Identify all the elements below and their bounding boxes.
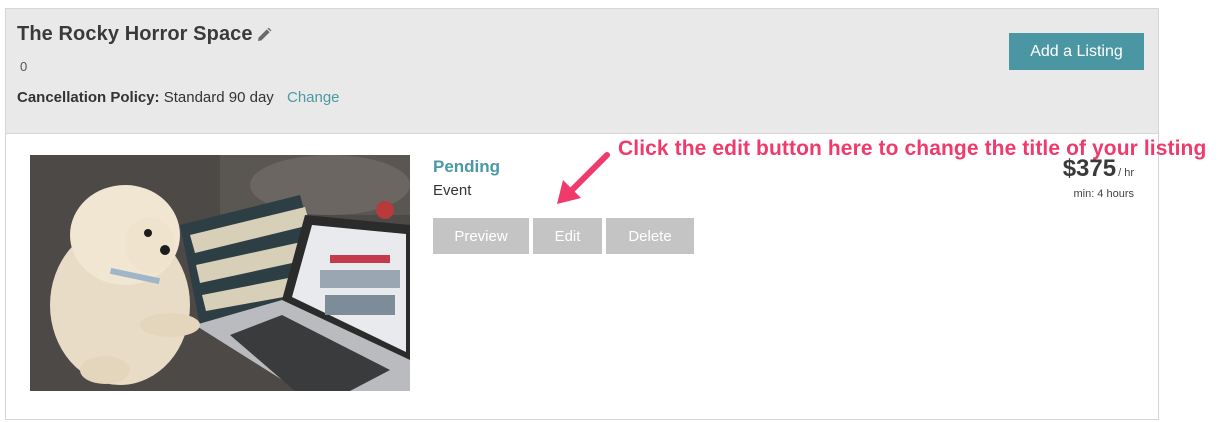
preview-button[interactable]: Preview: [433, 218, 529, 254]
arrow-icon: [557, 152, 610, 204]
change-policy-link[interactable]: Change: [287, 89, 340, 106]
edit-button[interactable]: Edit: [533, 218, 602, 254]
delete-button[interactable]: Delete: [606, 218, 694, 254]
listing-type: Event: [433, 182, 472, 199]
space-header: The Rocky Horror Space 0 Cancellation Po…: [6, 9, 1158, 134]
policy-value: Standard 90 day: [163, 89, 274, 106]
space-title: The Rocky Horror Space: [17, 23, 253, 45]
policy-label: Cancellation Policy:: [17, 89, 160, 106]
listing-photo: [30, 155, 410, 391]
annotation-text: Click the edit button here to change the…: [618, 137, 1207, 160]
add-listing-button[interactable]: Add a Listing: [1009, 33, 1144, 70]
minimum-hours: min: 4 hours: [1073, 188, 1134, 200]
space-card: The Rocky Horror Space 0 Cancellation Po…: [5, 8, 1159, 420]
listing-count: 0: [20, 59, 28, 74]
listing-status: Pending: [433, 157, 501, 176]
cancellation-policy: Cancellation Policy: Standard 90 day Cha…: [17, 89, 340, 106]
price-unit: / hr: [1118, 167, 1134, 179]
pencil-icon[interactable]: [256, 27, 272, 43]
